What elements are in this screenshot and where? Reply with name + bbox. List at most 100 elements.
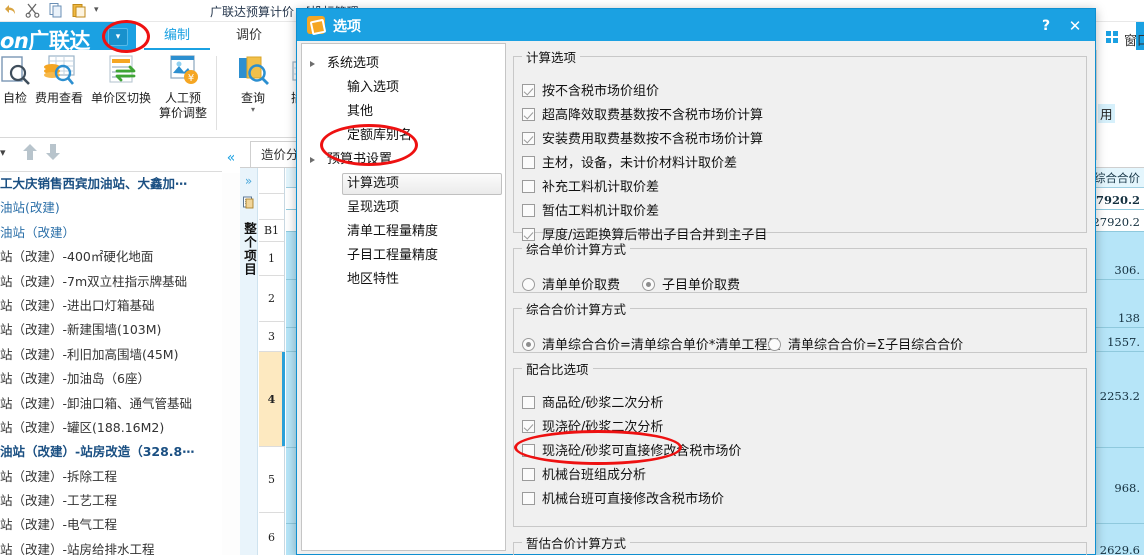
checkbox-icon[interactable] [522,420,535,433]
checkbox-row-provisional-price-diff[interactable]: 暂估工料机计取价差 [522,200,659,219]
checkbox-row-tax-free-market-price[interactable]: 按不含税市场价组价 [522,80,659,99]
radio-icon[interactable] [768,338,781,351]
scissors-icon[interactable] [25,2,41,18]
tree-item-presentation-options[interactable]: 呈现选项 [302,196,505,220]
list-item[interactable]: 站（改建）-加油岛（6座） [0,367,222,391]
tree-item-boq-quantity-precision[interactable]: 清单工程量精度 [302,220,505,244]
qat-overflow-icon[interactable]: ▾ [94,2,110,18]
dialog-settings-tree[interactable]: 系统选项 输入选项 其他 定额库别名 预算书设置 计算选项 呈现选项 清单工程量… [301,43,506,551]
checkbox-row-supplement-price-diff[interactable]: 补充工料机计取价差 [522,176,659,195]
checkbox-icon[interactable] [522,396,535,409]
ribbon-unit-price-switch[interactable]: 单价区切换 [90,54,152,106]
tree-item-calc-options[interactable]: 计算选项 [302,172,505,196]
checkbox-label: 商品砼/砂浆二次分析 [542,396,664,411]
tree-item-label: 呈现选项 [347,200,400,215]
undo-icon[interactable] [2,2,18,18]
checkbox-icon[interactable] [522,180,535,193]
radio-boq-unit-price[interactable]: 清单单价取费 [522,274,620,293]
checkbox-row-installation-fee[interactable]: 安装费用取费基数按不含税市场价计算 [522,128,763,147]
table-row-number[interactable]: B1 [259,220,284,242]
checkbox-icon[interactable] [522,84,535,97]
brand-dropdown-caret-icon[interactable]: ▾ [108,28,128,46]
checkbox-icon[interactable] [522,444,535,457]
list-item[interactable]: 站（改建）-站房给排水工程 [0,538,222,555]
checkbox-icon[interactable] [522,492,535,505]
checkbox-row-superhigh-derate[interactable]: 超高降效取费基数按不含税市场价计算 [522,104,763,123]
list-item[interactable]: 站（改建）-卸油口箱、通气管基础 [0,392,222,416]
window-grid-icon[interactable] [1106,31,1119,44]
checkbox-row-machine-shift-composition-analysis[interactable]: 机械台班组成分析 [522,464,646,483]
list-item[interactable]: 油站（改建）-站房改造（328.8⋯ [0,440,222,464]
table-row-number[interactable]: 3 [259,322,284,352]
checkbox-label: 按不含税市场价组价 [542,84,660,99]
checkbox-icon[interactable] [522,132,535,145]
tree-item-other[interactable]: 其他 [302,100,505,124]
help-button[interactable]: ? [1035,16,1057,36]
radio-icon[interactable] [522,338,535,351]
checkbox-row-cast-in-place-analysis[interactable]: 现浇砼/砂浆二次分析 [522,416,663,435]
checkbox-row-cast-in-place-editable-price[interactable]: 现浇砼/砂浆可直接修改含税市场价 [522,440,741,459]
close-button[interactable]: ✕ [1063,16,1087,36]
tree-item-regional-characteristics[interactable]: 地区特性 [302,268,505,292]
table-row-number[interactable]: 6 [259,513,284,555]
move-down-icon[interactable] [45,143,61,164]
table-row-number[interactable] [259,194,284,220]
radio-boq-total-by-unit[interactable]: 清单综合合价=清单综合单价*清单工程量 [522,334,780,353]
cell-total-price: 2629.6 [1099,543,1140,555]
radio-boq-total-by-sum[interactable]: 清单综合合价=Σ子目综合合价 [768,334,963,353]
radio-subitem-unit-price[interactable]: 子目单价取费 [642,274,740,293]
table-row-number[interactable]: 1 [259,242,284,276]
checkbox-icon[interactable] [522,204,535,217]
list-item[interactable]: 站（改建）-工艺工程 [0,489,222,513]
checkbox-icon[interactable] [522,468,535,481]
project-tree-list[interactable]: 工大庆销售西宾加油站、大鑫加⋯ 油站(改建) 油站（改建） 站（改建）-400㎡… [0,172,222,555]
table-row-number[interactable] [259,168,284,194]
list-item[interactable]: 油站(改建) [0,196,222,220]
table-row-number-selected[interactable]: 4 [259,352,285,447]
group-total-price-method-legend: 综合合价计算方式 [526,302,627,317]
list-item[interactable]: 站（改建）-进出口灯箱基础 [0,294,222,318]
list-item[interactable]: 油站（改建） [0,221,222,245]
ribbon-labor-price-adjust[interactable]: ¥ 人工预 算价调整 [152,54,214,121]
list-item[interactable]: 站（改建）-400㎡硬化地面 [0,245,222,269]
list-item[interactable]: 工大庆销售西宾加油站、大鑫加⋯ [0,172,222,196]
radio-icon[interactable] [522,278,535,291]
paste-icon[interactable] [71,2,87,18]
tree-item-system-options[interactable]: 系统选项 [302,52,505,76]
tree-item-budget-settings[interactable]: 预算书设置 [302,148,505,172]
expand-triangle-icon[interactable] [310,157,315,163]
checkbox-row-machine-shift-editable-price[interactable]: 机械台班可直接修改含税市场价 [522,488,724,507]
tab-tiaojia[interactable]: 调价 [216,22,282,50]
list-item[interactable]: 站（改建）-7m双立柱指示牌基础 [0,270,222,294]
checkbox-icon[interactable] [522,156,535,169]
ribbon-fee-view[interactable]: 费用查看 [28,54,90,106]
checkbox-row-main-material-price-diff[interactable]: 主材，设备，未计价材料计取价差 [522,152,737,171]
unit-price-switch-icon [103,54,139,88]
list-item[interactable]: 站（改建）-电气工程 [0,513,222,537]
list-item[interactable]: 站（改建）-拆除工程 [0,465,222,489]
checkbox-row-commercial-concrete-analysis[interactable]: 商品砼/砂浆二次分析 [522,392,663,411]
collapse-panel-chevron-icon[interactable]: « [222,143,240,173]
radio-icon[interactable] [642,278,655,291]
ribbon-unit-price-switch-label: 单价区切换 [90,91,151,105]
subtoolbar-dropdown-icon[interactable]: ▾ [0,146,6,159]
list-item[interactable]: 站（改建）-新建围墙(103M) [0,318,222,342]
document-icon[interactable] [240,196,257,212]
move-up-icon[interactable] [22,143,38,164]
list-item[interactable]: 站（改建）-利旧加高围墙(45M) [0,343,222,367]
copy-icon[interactable] [48,2,64,18]
tab-bianzhi[interactable]: 编制 [144,22,210,50]
options-dialog: 选项 ? ✕ 系统选项 输入选项 其他 定额库别名 预算书设置 计算选项 呈现选… [296,8,1096,555]
table-row-number[interactable]: 5 [259,447,284,513]
tree-item-input-options[interactable]: 输入选项 [302,76,505,100]
radio-label: 子目单价取费 [662,278,741,293]
tree-item-quota-library-alias[interactable]: 定额库别名 [302,124,505,148]
list-item[interactable]: 站（改建）-罐区(188.16M2) [0,416,222,440]
window-menu-label[interactable]: 窗口 [1124,30,1144,49]
tree-item-subitem-quantity-precision[interactable]: 子目工程量精度 [302,244,505,268]
checkbox-icon[interactable] [522,108,535,121]
group-unit-price-method: 综合单价计算方式 清单单价取费 子目单价取费 [513,239,1087,293]
table-row-number[interactable]: 2 [259,276,284,322]
expand-triangle-icon[interactable] [310,61,315,67]
expand-chevron-icon[interactable]: » [240,174,257,188]
